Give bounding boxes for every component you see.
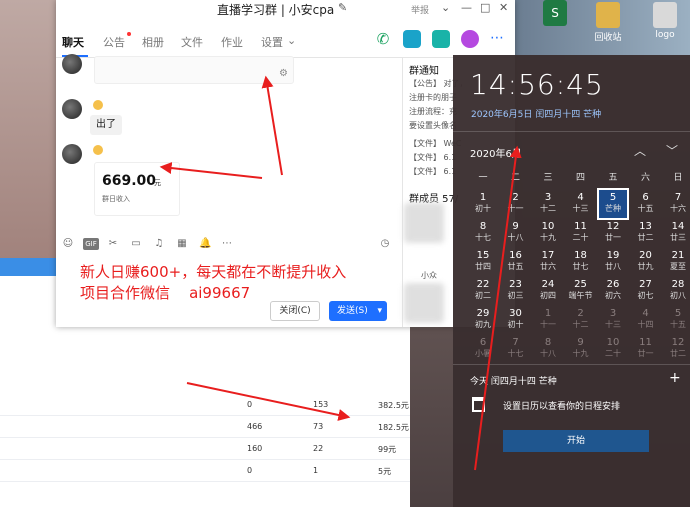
arrow (159, 162, 263, 179)
annotation-arrows (159, 75, 522, 471)
arrow (261, 75, 283, 176)
arrow (474, 145, 522, 471)
arrow (186, 382, 351, 421)
